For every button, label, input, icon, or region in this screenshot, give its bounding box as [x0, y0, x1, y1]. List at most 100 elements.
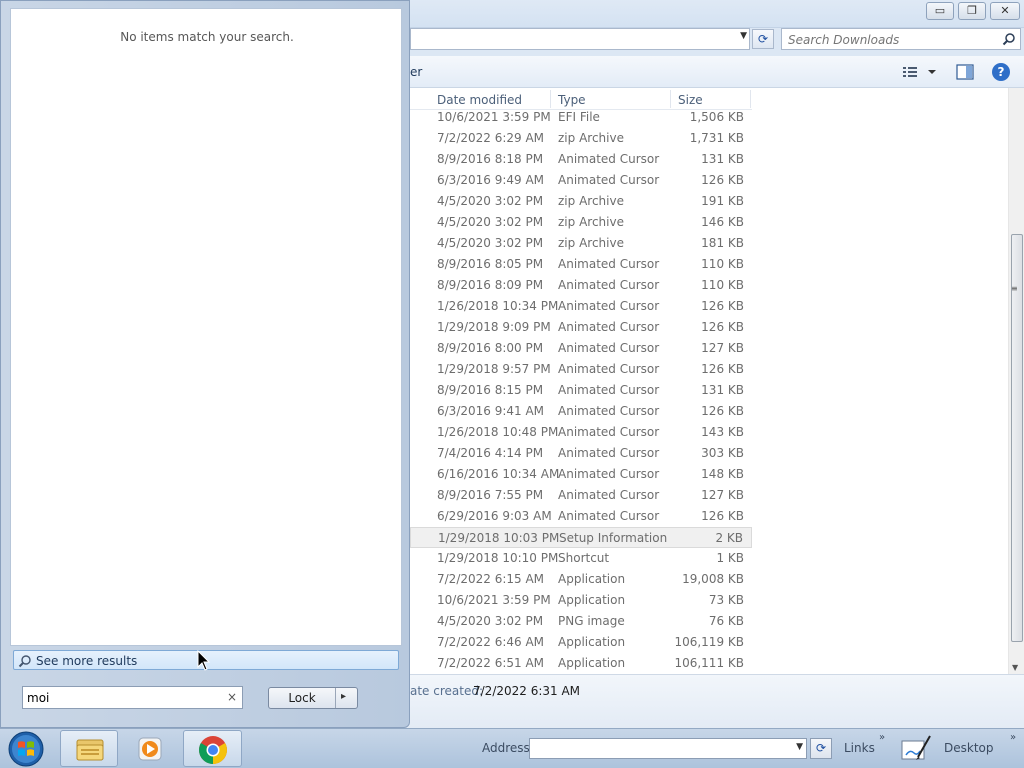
file-size: 131 KB	[701, 152, 744, 166]
file-row[interactable]: 1/29/2018 10:03 PM Setup Information 2 KB	[410, 527, 752, 548]
file-row[interactable]: 7/2/2022 6:51 AM Application 106,111 KB	[410, 653, 752, 674]
restore-button[interactable]: ❐	[958, 2, 986, 20]
file-row[interactable]: 7/2/2022 6:29 AM zip Archive 1,731 KB	[410, 128, 752, 149]
file-row[interactable]: 4/5/2020 3:02 PM zip Archive 146 KB	[410, 212, 752, 233]
desktop-toolbar-label[interactable]: Desktop	[944, 741, 994, 755]
file-row[interactable]: 4/5/2020 3:02 PM zip Archive 191 KB	[410, 191, 752, 212]
file-row[interactable]: 1/29/2018 9:09 PM Animated Cursor 126 KB	[410, 317, 752, 338]
column-header-type[interactable]: Type	[558, 93, 586, 107]
address-toolbar-input[interactable]: ▼	[529, 738, 807, 759]
start-orb-icon[interactable]	[6, 730, 46, 768]
file-size: 146 KB	[701, 215, 744, 229]
file-row[interactable]: 6/29/2016 9:03 AM Animated Cursor 126 KB	[410, 506, 752, 527]
file-row[interactable]: 8/9/2016 8:05 PM Animated Cursor 110 KB	[410, 254, 752, 275]
file-row[interactable]: 4/5/2020 3:02 PM zip Archive 181 KB	[410, 233, 752, 254]
file-type: Animated Cursor	[558, 299, 660, 313]
power-options-arrow-icon[interactable]: ▸	[341, 691, 346, 702]
file-date-modified: 1/29/2018 10:10 PM	[437, 551, 559, 565]
column-header-date[interactable]: Date modified	[437, 93, 522, 107]
taskbar-chrome-button[interactable]	[183, 730, 242, 767]
file-date-modified: 6/16/2016 10:34 AM	[437, 467, 560, 481]
file-type: Animated Cursor	[558, 152, 660, 166]
go-button[interactable]: ⟳	[810, 738, 832, 759]
chevron-down-icon[interactable]: ▼	[796, 742, 803, 752]
file-size: 143 KB	[701, 425, 744, 439]
chevron-down-icon[interactable]: ▼	[740, 31, 747, 41]
refresh-button[interactable]: ⟳	[752, 29, 774, 49]
file-size: 148 KB	[701, 467, 744, 481]
views-icon[interactable]	[902, 64, 940, 80]
file-size: 126 KB	[701, 362, 744, 376]
preview-pane-icon[interactable]	[956, 64, 974, 80]
start-search-box[interactable]: ×	[22, 686, 243, 709]
taskbar-explorer-button[interactable]	[60, 730, 118, 767]
file-size: 181 KB	[701, 236, 744, 250]
file-type: Animated Cursor	[558, 173, 660, 187]
links-toolbar-label[interactable]: Links	[844, 741, 875, 755]
desktop-toolbar-icon[interactable]	[900, 733, 932, 763]
file-size: 106,119 KB	[674, 635, 744, 649]
file-row[interactable]: 6/3/2016 9:49 AM Animated Cursor 126 KB	[410, 170, 752, 191]
scroll-down-arrow-icon[interactable]: ▼	[1012, 663, 1018, 672]
taskbar-media-player-button[interactable]	[122, 730, 178, 767]
search-box[interactable]	[781, 28, 1021, 50]
file-row[interactable]: 10/6/2021 3:59 PM EFI File 1,506 KB	[410, 107, 752, 128]
file-row[interactable]: 10/6/2021 3:59 PM Application 73 KB	[410, 590, 752, 611]
file-row[interactable]: 8/9/2016 8:18 PM Animated Cursor 131 KB	[410, 149, 752, 170]
minimize-button[interactable]: ▭	[926, 2, 954, 20]
search-input[interactable]	[788, 32, 988, 48]
scrollbar-thumb[interactable]	[1011, 234, 1023, 642]
column-divider[interactable]	[750, 90, 751, 108]
vertical-scrollbar[interactable]: ≡ ▼	[1008, 88, 1024, 674]
file-size: 126 KB	[701, 404, 744, 418]
desktop-chevron-icon[interactable]: »	[1010, 732, 1016, 743]
file-size: 131 KB	[701, 383, 744, 397]
file-size: 73 KB	[708, 593, 744, 607]
address-toolbar-label: Address	[482, 741, 530, 755]
file-date-modified: 1/29/2018 9:57 PM	[437, 362, 551, 376]
column-divider[interactable]	[550, 90, 551, 108]
file-row[interactable]: 8/9/2016 8:00 PM Animated Cursor 127 KB	[410, 338, 752, 359]
file-date-modified: 1/29/2018 10:03 PM	[438, 531, 560, 545]
links-chevron-icon[interactable]: »	[879, 732, 885, 743]
search-icon[interactable]	[1002, 32, 1016, 46]
file-size: 110 KB	[701, 278, 744, 292]
file-size: 126 KB	[701, 299, 744, 313]
file-row[interactable]: 1/29/2018 9:57 PM Animated Cursor 126 KB	[410, 359, 752, 380]
file-row[interactable]: 1/29/2018 10:10 PM Shortcut 1 KB	[410, 548, 752, 569]
column-divider[interactable]	[670, 90, 671, 108]
file-type: Application	[558, 593, 626, 607]
file-row[interactable]: 8/9/2016 8:15 PM Animated Cursor 131 KB	[410, 380, 752, 401]
file-row[interactable]: 7/2/2022 6:46 AM Application 106,119 KB	[410, 632, 752, 653]
address-bar[interactable]: ▼	[410, 28, 750, 50]
toolbar-item-label[interactable]: er	[410, 65, 422, 79]
file-size: 110 KB	[701, 257, 744, 271]
file-row[interactable]: 8/9/2016 7:55 PM Animated Cursor 127 KB	[410, 485, 752, 506]
start-search-input[interactable]	[27, 690, 217, 706]
file-row[interactable]: 7/4/2016 4:14 PM Animated Cursor 303 KB	[410, 443, 752, 464]
lock-button[interactable]: Lock ▸	[268, 687, 358, 709]
file-type: Animated Cursor	[558, 278, 660, 292]
file-row[interactable]: 1/26/2018 10:34 PM Animated Cursor 126 KB	[410, 296, 752, 317]
file-row[interactable]: 4/5/2020 3:02 PM PNG image 76 KB	[410, 611, 752, 632]
media-player-icon	[138, 737, 162, 761]
file-row[interactable]: 6/3/2016 9:41 AM Animated Cursor 126 KB	[410, 401, 752, 422]
clear-search-icon[interactable]: ×	[227, 690, 237, 704]
file-date-modified: 6/29/2016 9:03 AM	[437, 509, 552, 523]
file-row[interactable]: 8/9/2016 8:09 PM Animated Cursor 110 KB	[410, 275, 752, 296]
file-row[interactable]: 7/2/2022 6:15 AM Application 19,008 KB	[410, 569, 752, 590]
file-date-modified: 4/5/2020 3:02 PM	[437, 194, 544, 208]
file-row[interactable]: 1/26/2018 10:48 PM Animated Cursor 143 KB	[410, 422, 752, 443]
help-icon[interactable]: ?	[992, 63, 1010, 81]
file-type: zip Archive	[558, 131, 624, 145]
file-size: 106,111 KB	[674, 656, 744, 670]
file-type: Animated Cursor	[558, 404, 660, 418]
close-button[interactable]: ✕	[990, 2, 1020, 20]
file-date-modified: 8/9/2016 8:05 PM	[437, 257, 544, 271]
file-size: 126 KB	[701, 320, 744, 334]
file-type: zip Archive	[558, 215, 624, 229]
column-header-size[interactable]: Size	[678, 93, 703, 107]
file-row[interactable]: 6/16/2016 10:34 AM Animated Cursor 148 KB	[410, 464, 752, 485]
file-date-modified: 6/3/2016 9:41 AM	[437, 404, 545, 418]
file-type: Shortcut	[558, 551, 610, 565]
